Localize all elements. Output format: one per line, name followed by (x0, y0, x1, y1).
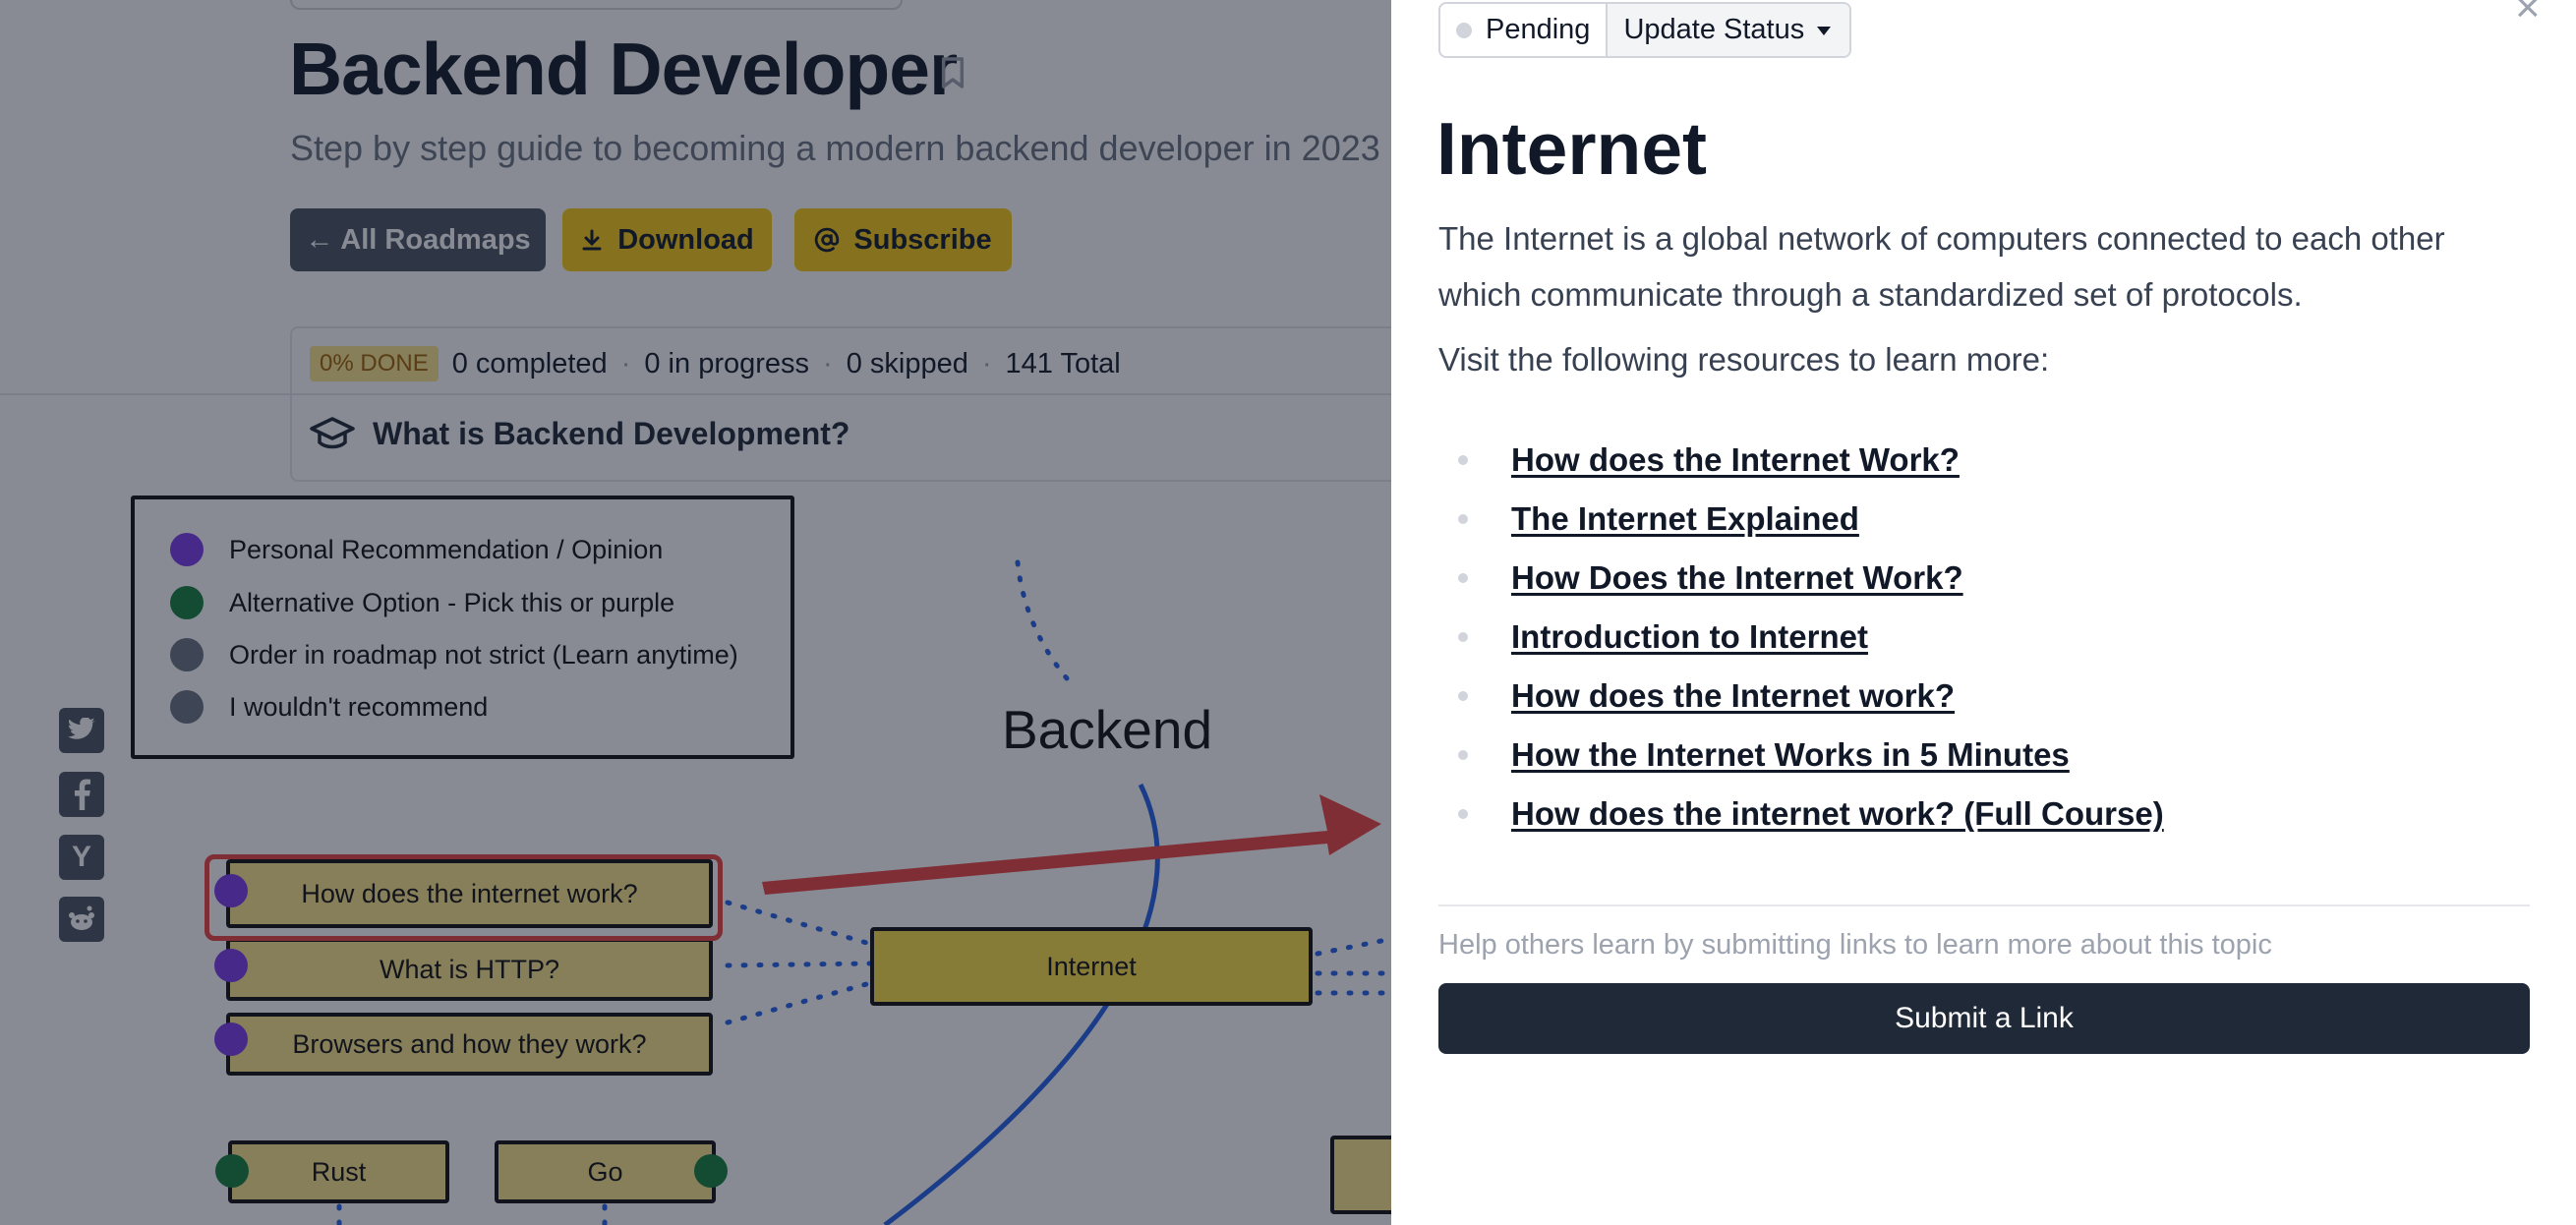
bullet-icon (1458, 750, 1468, 760)
resource-link[interactable]: How does the Internet work? (1511, 677, 1955, 715)
update-status-button[interactable]: Update Status (1608, 4, 1850, 56)
list-item: How does the Internet Work? (1438, 431, 2164, 490)
bullet-icon (1458, 632, 1468, 642)
topic-title: Internet (1436, 107, 1708, 190)
bullet-icon (1458, 809, 1468, 819)
list-item: How does the internet work? (Full Course… (1438, 785, 2164, 844)
bullet-icon (1458, 691, 1468, 701)
list-item: The Internet Explained (1438, 490, 2164, 549)
status-label: Pending (1486, 14, 1591, 45)
resource-list: How does the Internet Work? The Internet… (1438, 431, 2164, 844)
bullet-icon (1458, 514, 1468, 524)
close-icon[interactable]: × (2515, 0, 2541, 29)
resource-link[interactable]: Introduction to Internet (1511, 618, 1868, 656)
resource-link[interactable]: The Internet Explained (1511, 500, 1859, 538)
topic-drawer: Pending Update Status × Internet The Int… (1391, 0, 2576, 1225)
drawer-divider (1438, 904, 2530, 906)
list-item: How Does the Internet Work? (1438, 549, 2164, 608)
list-item: How the Internet Works in 5 Minutes (1438, 726, 2164, 785)
help-text: Help others learn by submitting links to… (1438, 929, 2272, 961)
resource-link[interactable]: How Does the Internet Work? (1511, 559, 1963, 597)
submit-link-button[interactable]: Submit a Link (1438, 983, 2530, 1054)
list-item: Introduction to Internet (1438, 608, 2164, 667)
status-pending: Pending (1440, 4, 1609, 56)
resource-link[interactable]: How does the internet work? (Full Course… (1511, 795, 2164, 833)
status-control: Pending Update Status (1438, 2, 1852, 58)
caret-down-icon (1817, 26, 1832, 35)
resource-link[interactable]: How does the Internet Work? (1511, 441, 1960, 479)
status-dot-icon (1456, 22, 1472, 38)
update-status-label: Update Status (1623, 14, 1805, 45)
topic-description: The Internet is a global network of comp… (1438, 220, 2445, 313)
list-item: How does the Internet work? (1438, 667, 2164, 726)
resource-link[interactable]: How the Internet Works in 5 Minutes (1511, 736, 2070, 774)
resources-intro: Visit the following resources to learn m… (1438, 341, 2050, 378)
bullet-icon (1458, 455, 1468, 465)
bullet-icon (1458, 573, 1468, 583)
